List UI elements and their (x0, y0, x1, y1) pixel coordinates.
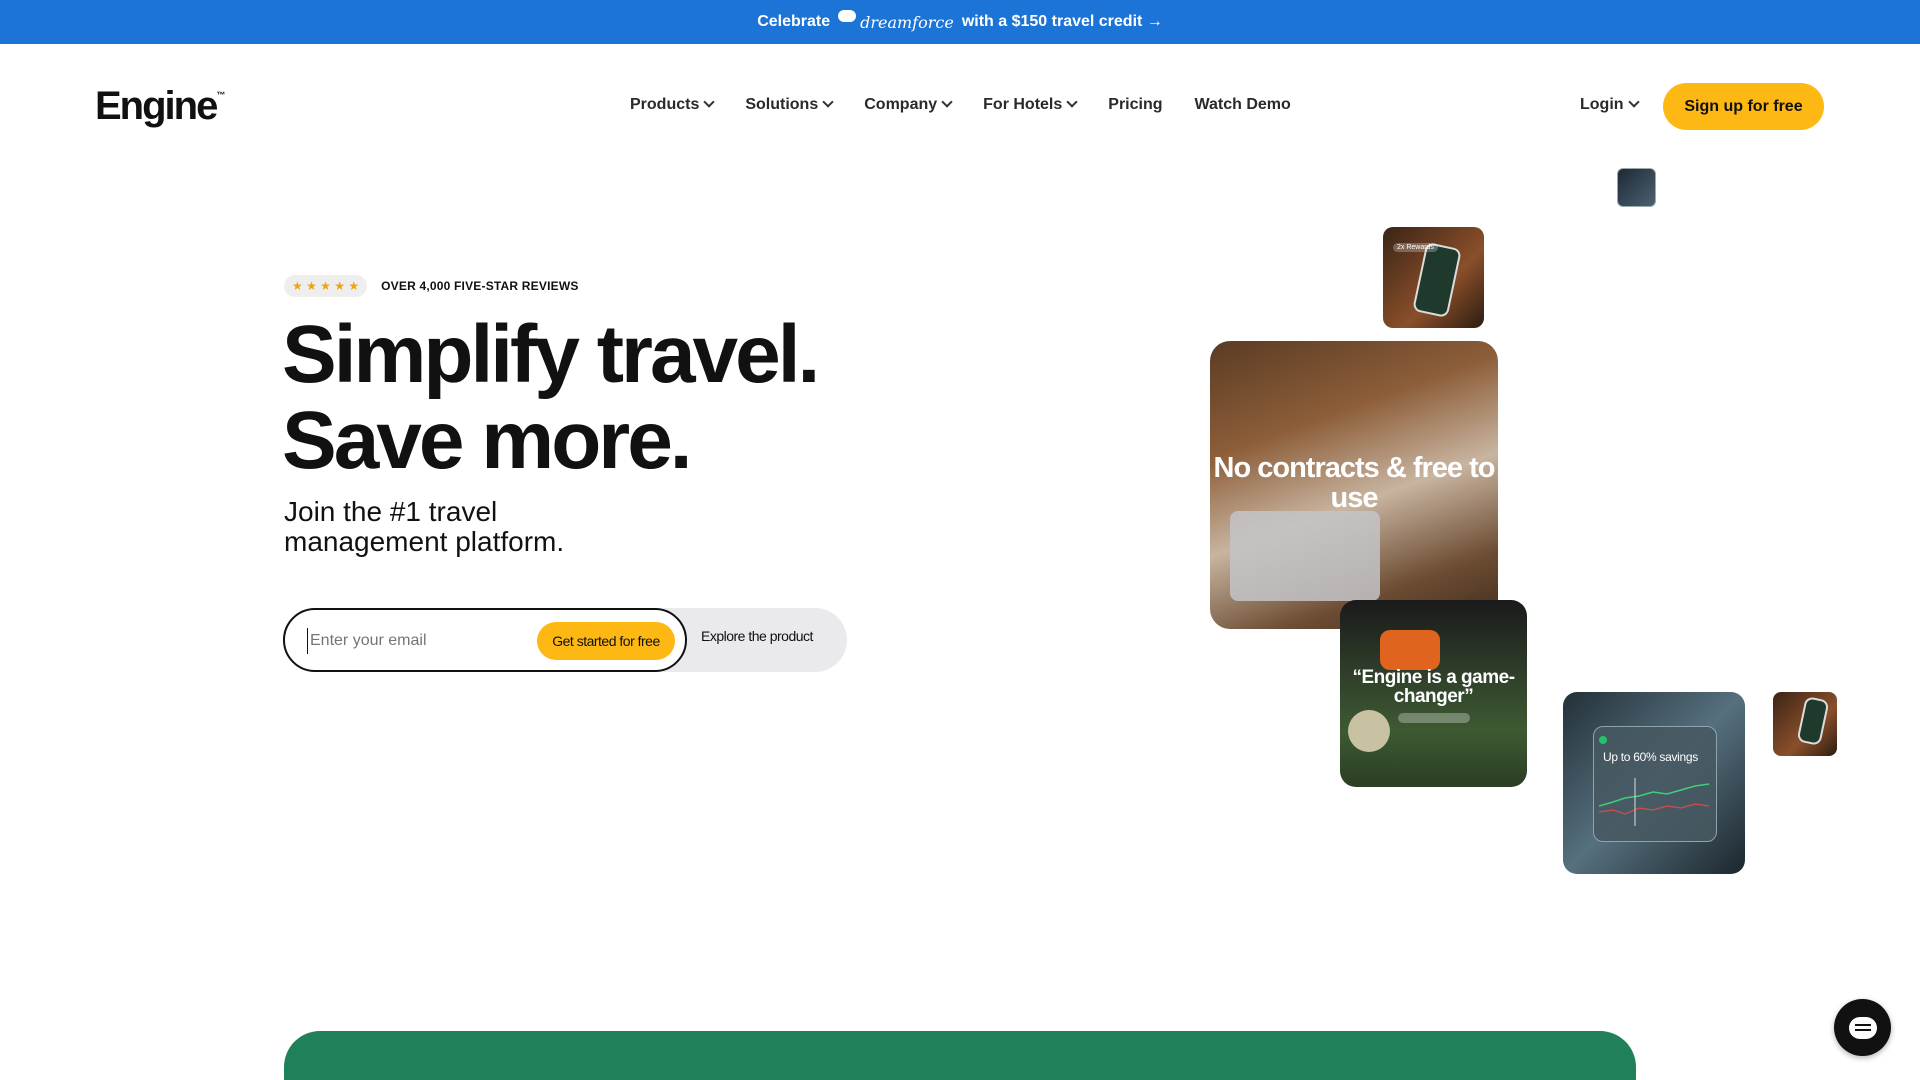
soccer-ball-graphic (1348, 710, 1390, 752)
nav-label: Pricing (1108, 96, 1163, 113)
explore-product-link[interactable]: Explore the product (701, 628, 813, 644)
nav-label: For Hotels (983, 96, 1063, 113)
signup-button[interactable]: Sign up for free (1663, 83, 1824, 130)
nav-label: Watch Demo (1194, 96, 1291, 113)
site-header: Engine™ Products Solutions Company For H… (0, 44, 1920, 168)
nav-for-hotels[interactable]: For Hotels (983, 96, 1078, 114)
login-label: Login (1580, 96, 1624, 113)
woman-laptop-image: No contracts & free to use (1210, 341, 1498, 629)
chevron-down-icon (941, 96, 953, 108)
nav-watch-demo[interactable]: Watch Demo (1195, 96, 1291, 114)
status-dot-icon (1599, 736, 1607, 744)
testimonial-quote: “Engine is a game-changer” (1352, 667, 1515, 707)
nav-label: Products (630, 96, 700, 113)
small-phone-image (1773, 692, 1837, 756)
login-dropdown[interactable]: Login (1580, 96, 1640, 114)
savings-label: Up to 60% savings (1603, 750, 1698, 764)
savings-line-graphic (1599, 778, 1710, 826)
savings-chart-image: Up to 60% savings (1563, 692, 1745, 874)
chevron-down-icon (1627, 96, 1640, 108)
testimonial-tag (1398, 713, 1470, 723)
announcement-prefix: Celebrate (757, 13, 831, 30)
chevron-down-icon (703, 96, 716, 108)
headline-line-1: Simplify travel. (282, 309, 820, 400)
trademark-mark: ™ (216, 90, 226, 100)
dreamforce-logo: dreamforce (838, 10, 954, 32)
dreamforce-label: dreamforce (860, 12, 954, 32)
reviews-text: OVER 4,000 FIVE-STAR REVIEWS (381, 279, 579, 293)
nav-pricing[interactable]: Pricing (1108, 96, 1162, 114)
no-contracts-caption: No contracts & free to use (1213, 452, 1496, 514)
nav-label: Solutions (745, 96, 819, 113)
cleat-graphic (1380, 630, 1440, 670)
email-input[interactable] (307, 628, 507, 654)
rewards-phone-image: 2x Rewards (1383, 227, 1484, 328)
reviews-badge: ★ ★ ★ ★ ★ OVER 4,000 FIVE-STAR REVIEWS (284, 275, 579, 297)
get-started-button[interactable]: Get started for free (537, 622, 675, 660)
rewards-label: 2x Rewards (1393, 243, 1438, 252)
soccer-testimonial-image: “Engine is a game-changer” (1340, 600, 1527, 787)
hero-subheadline: Join the #1 travel management platform. (284, 496, 565, 557)
chat-icon (1848, 1016, 1877, 1039)
email-field-wrapper: Get started for free (283, 608, 687, 672)
main-nav: Products Solutions Company For Hotels Pr… (630, 96, 1291, 114)
nav-company[interactable]: Company (864, 96, 953, 114)
headline-line-2: Save more. (282, 395, 693, 486)
small-thumbnail-image (1617, 168, 1656, 207)
nav-solutions[interactable]: Solutions (745, 96, 834, 114)
chevron-down-icon (1066, 96, 1078, 108)
engine-logo[interactable]: Engine™ (95, 84, 225, 129)
green-feature-section (284, 1031, 1636, 1080)
phone-graphic (1796, 696, 1830, 746)
announcement-suffix: with a $150 travel credit → (961, 13, 1163, 30)
chat-widget-button[interactable] (1834, 999, 1891, 1056)
logo-text: Engine (95, 84, 218, 128)
chevron-down-icon (822, 96, 834, 108)
phone-graphic (1412, 242, 1462, 318)
signup-form: Get started for free Explore the product (283, 608, 847, 672)
cloud-icon (838, 10, 857, 22)
nav-products[interactable]: Products (630, 96, 716, 114)
laptop-graphic (1230, 511, 1380, 601)
five-star-rating-icon: ★ ★ ★ ★ ★ (284, 275, 368, 297)
nav-label: Company (864, 96, 938, 113)
hero-headline: Simplify travel. Save more. (282, 309, 820, 486)
announcement-bar[interactable]: Celebrate dreamforce with a $150 travel … (0, 0, 1920, 44)
